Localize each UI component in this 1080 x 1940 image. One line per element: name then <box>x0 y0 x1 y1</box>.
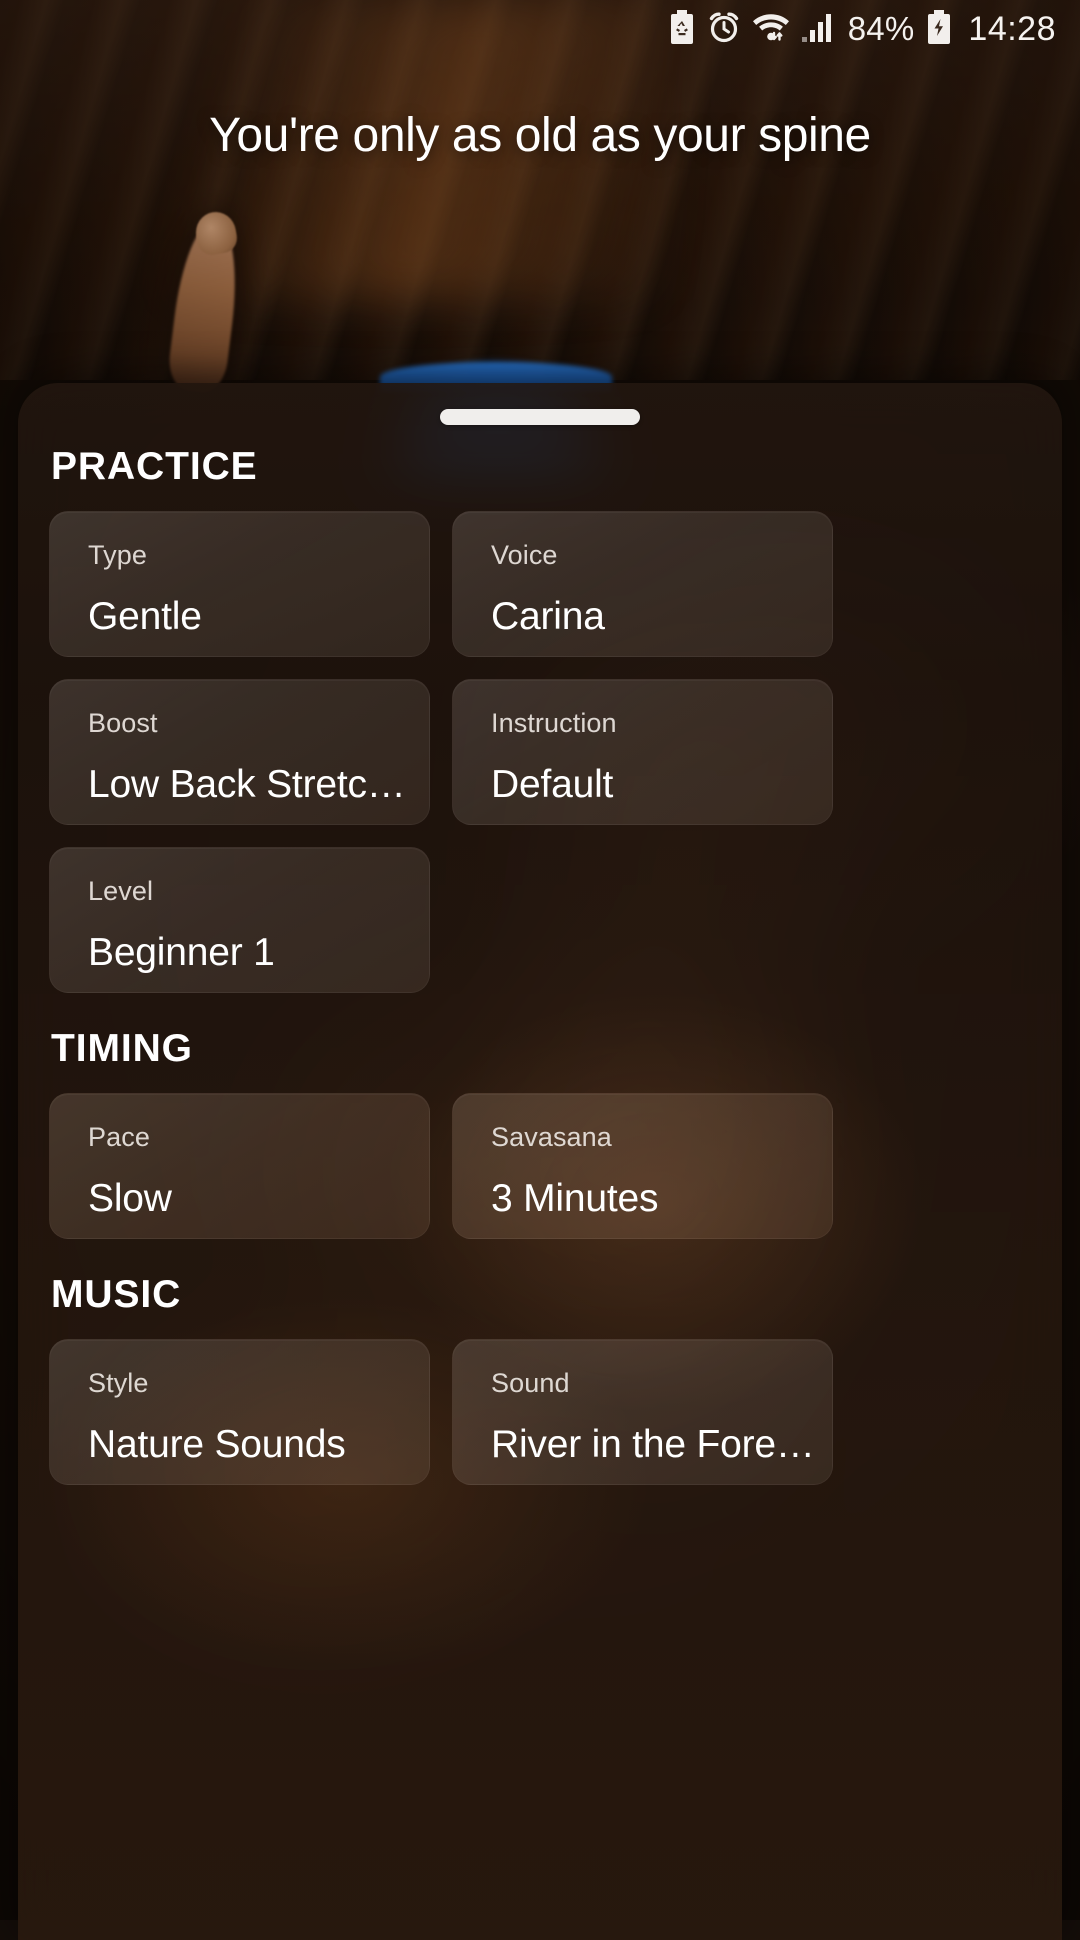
section-title-timing: TIMING <box>51 1027 193 1070</box>
setting-card-sound[interactable]: Sound River in the Fore… <box>452 1339 833 1485</box>
setting-card-instruction[interactable]: Instruction Default <box>452 679 833 825</box>
setting-card-label: Style <box>88 1368 149 1398</box>
setting-card-savasana[interactable]: Savasana 3 Minutes <box>452 1093 833 1239</box>
setting-card-label: Savasana <box>491 1122 612 1152</box>
setting-card-value: Nature Sounds <box>88 1423 346 1466</box>
setting-card-label: Voice <box>491 540 558 570</box>
setting-card-label: Sound <box>491 1368 570 1398</box>
settings-bottom-sheet: PRACTICE Type Gentle Voice Carina Boost Low Ba… <box>18 383 1062 1940</box>
setting-card-value: Gentle <box>88 595 202 638</box>
cellular-signal-icon <box>801 11 835 48</box>
setting-card-style[interactable]: Style Nature Sounds <box>49 1339 430 1485</box>
setting-card-value: River in the Fore… <box>491 1423 815 1466</box>
setting-card-level[interactable]: Level Beginner 1 <box>49 847 430 993</box>
section-grid-timing: Pace Slow Savasana 3 Minutes <box>49 1093 1031 1239</box>
alarm-icon <box>707 10 741 49</box>
battery-saver-icon <box>668 9 696 49</box>
battery-charging-icon <box>925 9 953 49</box>
page-title: You're only as old as your spine <box>209 109 871 162</box>
status-bar: 84% 14:28 <box>0 0 1080 58</box>
setting-card-label: Type <box>88 540 147 570</box>
setting-card-label: Instruction <box>491 708 617 738</box>
status-bar-clock: 14:28 <box>968 9 1056 48</box>
section-title-music: MUSIC <box>51 1273 182 1316</box>
section-title-practice: PRACTICE <box>51 445 258 488</box>
wifi-icon <box>752 11 790 48</box>
setting-card-voice[interactable]: Voice Carina <box>452 511 833 657</box>
setting-card-type[interactable]: Type Gentle <box>49 511 430 657</box>
drag-handle[interactable] <box>440 409 640 425</box>
battery-percentage: 84% <box>847 10 915 47</box>
setting-card-pace[interactable]: Pace Slow <box>49 1093 430 1239</box>
setting-card-value: 3 Minutes <box>491 1177 659 1220</box>
setting-card-label: Level <box>88 876 154 906</box>
setting-card-value: Beginner 1 <box>88 931 275 974</box>
setting-card-label: Pace <box>88 1122 150 1152</box>
setting-card-value: Carina <box>491 595 605 638</box>
section-grid-music: Style Nature Sounds Sound River in the Fore… <box>49 1339 1031 1485</box>
setting-card-value: Slow <box>88 1177 172 1220</box>
setting-card-boost[interactable]: Boost Low Back Stretc… <box>49 679 430 825</box>
setting-card-value: Default <box>491 763 614 806</box>
sheet-content: PRACTICE Type Gentle Voice Carina Boost Low Ba… <box>49 383 1031 1485</box>
section-grid-practice: Type Gentle Voice Carina Boost Low Back Stret… <box>49 511 1031 993</box>
setting-card-label: Boost <box>88 708 158 738</box>
setting-card-value: Low Back Stretc… <box>88 763 406 806</box>
